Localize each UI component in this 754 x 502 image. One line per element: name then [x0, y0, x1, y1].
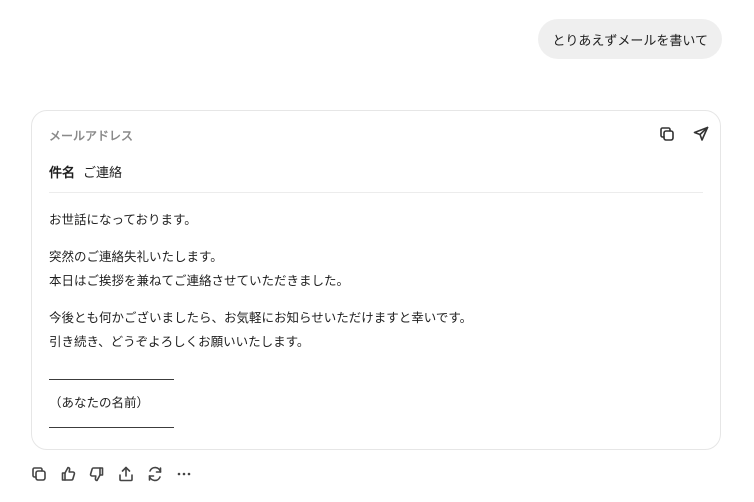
- signature-rule: ――――――――――: [49, 419, 174, 434]
- thumbs-down-icon: [89, 467, 104, 482]
- more-options-button[interactable]: [175, 465, 193, 483]
- share-button[interactable]: [117, 465, 135, 483]
- share-icon: [119, 466, 133, 482]
- regenerate-icon: [148, 466, 162, 482]
- email-body[interactable]: お世話になっております。 突然のご連絡失礼いたします。 本日はご挨拶を兼ねてご連…: [49, 208, 703, 452]
- send-email-button[interactable]: [692, 125, 710, 143]
- user-message-bubble: とりあえずメールを書いて: [538, 19, 722, 59]
- copy-email-button[interactable]: [658, 125, 676, 143]
- signature-block: ―――――――――― （あなたの名前） ――――――――――: [49, 367, 703, 439]
- more-icon: [177, 472, 191, 476]
- email-subject-row[interactable]: 件名 ご連絡: [49, 162, 122, 181]
- subject-divider: [49, 192, 703, 193]
- body-line: 本日はご挨拶を兼ねてご連絡させていただきました。: [49, 273, 350, 288]
- subject-value: ご連絡: [83, 166, 123, 181]
- body-paragraph: 突然のご連絡失礼いたします。 本日はご挨拶を兼ねてご連絡させていただきました。: [49, 245, 703, 293]
- user-message-text: とりあえずメールを書いて: [552, 33, 708, 49]
- bad-response-button[interactable]: [88, 465, 106, 483]
- body-paragraph: お世話になっております。: [49, 208, 703, 232]
- copy-response-button[interactable]: [30, 465, 48, 483]
- copy-icon: [32, 467, 46, 481]
- good-response-button[interactable]: [59, 465, 77, 483]
- regenerate-button[interactable]: [146, 465, 164, 483]
- response-actions: [30, 465, 193, 483]
- body-line: お世話になっております。: [49, 212, 197, 227]
- body-paragraph: 今後とも何かございましたら、お気軽にお知らせいただけますと幸いです。 引き続き、…: [49, 306, 703, 354]
- email-to-field[interactable]: メールアドレス: [49, 127, 133, 144]
- subject-label: 件名: [49, 166, 76, 181]
- body-line: 突然のご連絡失礼いたします。: [49, 249, 223, 264]
- send-icon: [693, 126, 709, 141]
- thumbs-up-icon: [61, 466, 76, 481]
- signature-rule: ――――――――――: [49, 371, 174, 386]
- email-draft-card: メールアドレス 件名 ご連絡 お世話になっております。 突然のご連絡失礼いたしま…: [31, 110, 721, 450]
- signature-name: （あなたの名前）: [49, 395, 150, 410]
- copy-icon: [660, 127, 674, 141]
- card-actions: [658, 125, 710, 143]
- body-line: 今後とも何かございましたら、お気軽にお知らせいただけますと幸いです。: [49, 310, 473, 325]
- body-line: 引き続き、どうぞよろしくお願いいたします。: [49, 334, 310, 349]
